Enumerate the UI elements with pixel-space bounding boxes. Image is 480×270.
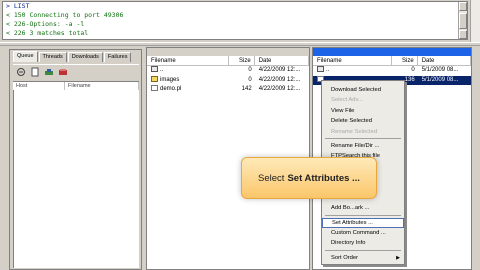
file-date: 4/22/2009 12:... bbox=[258, 86, 301, 92]
connect-icon[interactable] bbox=[15, 66, 26, 77]
menu-item-rename-file[interactable]: Rename File/Dir ... bbox=[322, 141, 404, 151]
log-line: < 226-Options: -a -l bbox=[6, 20, 85, 28]
log-scrollbar[interactable] bbox=[458, 2, 467, 39]
table-row[interactable]: demo.pl 142 4/22/2009 12:... bbox=[147, 85, 309, 95]
side-strip bbox=[470, 0, 480, 43]
menu-item-delete-selected[interactable]: Delete Selected bbox=[322, 116, 404, 126]
menu-item-rename-selected[interactable]: Rename Selected bbox=[322, 127, 404, 137]
folder-icon bbox=[151, 75, 158, 82]
local-columns: Filename Size Date bbox=[147, 56, 309, 66]
column-filename[interactable]: Filename bbox=[147, 56, 229, 65]
queue-tabs: Queue Threads Downloads Failures bbox=[13, 51, 132, 62]
file-date: 4/22/2009 12:... bbox=[258, 76, 301, 83]
remote-columns: Filename Size Date bbox=[313, 56, 471, 66]
splitter[interactable] bbox=[0, 42, 480, 46]
menu-item-add-bookmark[interactable]: Add Bo...ark ... bbox=[322, 203, 404, 213]
file-date: 4/22/2009 12:... bbox=[258, 67, 301, 73]
file-size: 0 bbox=[411, 67, 415, 73]
submenu-arrow-icon: ▶ bbox=[396, 254, 400, 261]
queue-panel: Queue Threads Downloads Failures Host Fi… bbox=[9, 49, 142, 270]
column-filename[interactable]: Filename bbox=[313, 56, 392, 65]
file-date: 5/1/2009 08... bbox=[421, 76, 459, 83]
file-size: 142 bbox=[241, 86, 252, 92]
column-date[interactable]: Date bbox=[418, 56, 471, 65]
parent-folder-icon bbox=[317, 66, 324, 73]
log-line: > LIST bbox=[6, 2, 30, 10]
queue-toolbar bbox=[13, 64, 139, 78]
parent-folder-icon bbox=[151, 66, 158, 73]
tab-downloads[interactable]: Downloads bbox=[67, 52, 103, 62]
table-row[interactable]: .. 0 4/22/2009 12:... bbox=[147, 66, 309, 76]
scroll-up-arrow-icon[interactable] bbox=[459, 2, 467, 11]
file-name: demo.pl bbox=[160, 86, 182, 92]
log-line: < 226 3 matches total bbox=[6, 29, 89, 37]
table-row[interactable]: images 0 4/22/2009 12:... bbox=[147, 75, 309, 86]
file-size: 0 bbox=[248, 67, 252, 73]
tutorial-callout: Select Set Attributes ... bbox=[241, 157, 377, 199]
menu-item-view-file[interactable]: View File bbox=[322, 106, 404, 116]
queue-list[interactable] bbox=[13, 90, 139, 268]
menu-item-set-attributes[interactable]: Set Attributes ... bbox=[322, 217, 404, 229]
callout-emphasis: Set Attributes ... bbox=[287, 172, 360, 184]
tab-queue[interactable]: Queue bbox=[13, 51, 38, 62]
column-size[interactable]: Size bbox=[229, 56, 255, 65]
tab-threads[interactable]: Threads bbox=[38, 52, 67, 62]
scroll-thumb[interactable] bbox=[459, 13, 467, 29]
status-log[interactable]: > LIST < 150 Connecting to port 49306 < … bbox=[2, 1, 468, 40]
log-line: < 150 Connecting to port 49306 bbox=[6, 11, 124, 19]
queue-header: Host Filename bbox=[13, 81, 139, 91]
file-name: .. bbox=[326, 67, 330, 73]
file-size: 0 bbox=[248, 76, 252, 83]
file-date: 5/1/2009 08... bbox=[421, 67, 459, 73]
file-icon bbox=[151, 85, 158, 92]
menu-item-sort-order[interactable]: Sort Order ▶ bbox=[322, 253, 404, 263]
scroll-down-arrow-icon[interactable] bbox=[459, 30, 467, 39]
local-pane-titlebar bbox=[147, 48, 309, 56]
column-size[interactable]: Size bbox=[392, 56, 418, 65]
callout-prefix: Select bbox=[258, 172, 285, 184]
tab-failures[interactable]: Failures bbox=[103, 52, 132, 62]
menu-item-select-adv[interactable]: Select Adv... bbox=[322, 95, 404, 105]
remote-pane-titlebar bbox=[313, 48, 471, 56]
new-page-icon[interactable] bbox=[29, 66, 40, 77]
file-name: images bbox=[160, 76, 180, 83]
menu-item-download-selected[interactable]: Download Selected bbox=[322, 85, 404, 95]
transfer-icon[interactable] bbox=[57, 66, 68, 77]
menu-item-label: Sort Order bbox=[331, 254, 359, 261]
file-name: .. bbox=[160, 67, 164, 73]
menu-item-directory-info[interactable]: Directory Info bbox=[322, 238, 404, 248]
menu-item-custom-command[interactable]: Custom Command ... bbox=[322, 228, 404, 238]
column-date[interactable]: Date bbox=[255, 56, 309, 65]
network-icon[interactable] bbox=[43, 66, 54, 77]
table-row[interactable]: .. 0 5/1/2009 08... bbox=[313, 66, 471, 76]
